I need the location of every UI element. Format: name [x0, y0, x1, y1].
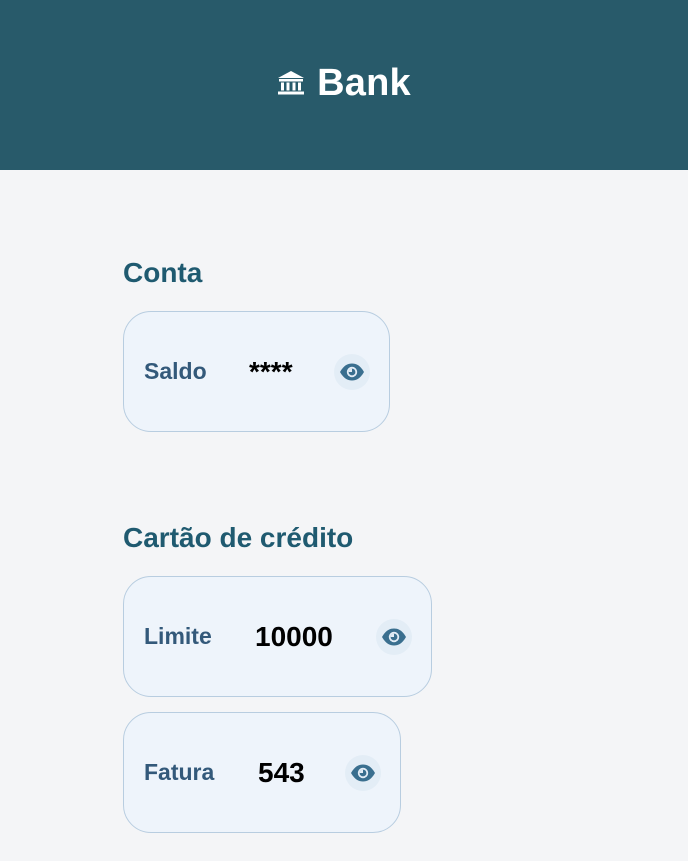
limite-card: Limite 10000 [123, 576, 432, 697]
fatura-card: Fatura 543 [123, 712, 401, 833]
toggle-fatura-visibility-button[interactable] [345, 755, 381, 791]
limite-value: 10000 [255, 620, 333, 652]
toggle-saldo-visibility-button[interactable] [334, 354, 370, 390]
app-title: Bank [317, 61, 411, 104]
eye-icon [382, 628, 406, 646]
saldo-label: Saldo [144, 358, 207, 384]
eye-icon [340, 363, 364, 381]
fatura-value: 543 [258, 756, 305, 788]
bank-icon [278, 71, 305, 95]
app-header: Bank [0, 0, 688, 170]
section-title-conta: Conta [123, 257, 203, 288]
saldo-value: **** [249, 355, 293, 387]
saldo-card: Saldo **** [123, 311, 390, 432]
brand: Bank [277, 62, 411, 105]
limite-label: Limite [144, 623, 212, 649]
section-title-cartao: Cartão de crédito [123, 522, 354, 553]
fatura-label: Fatura [144, 759, 215, 785]
toggle-limite-visibility-button[interactable] [376, 619, 412, 655]
eye-icon [351, 764, 375, 782]
